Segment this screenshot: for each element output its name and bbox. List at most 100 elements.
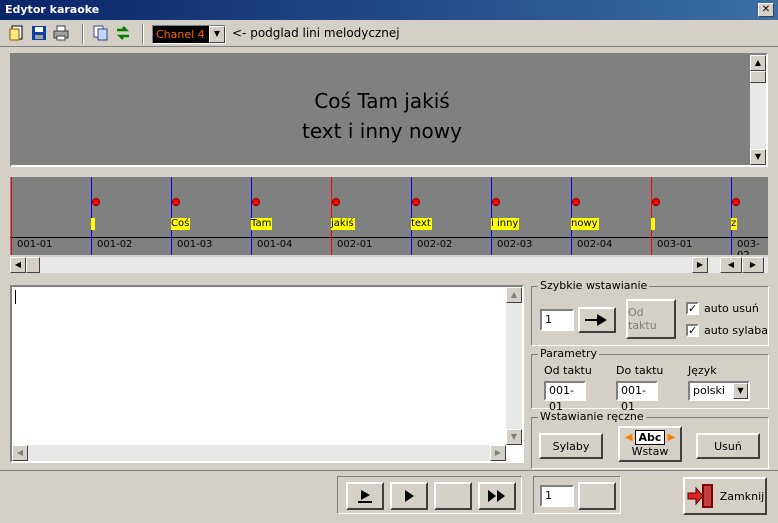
step-right-icon[interactable]: ▶: [742, 257, 764, 273]
scroll-down-icon[interactable]: ▼: [750, 149, 766, 165]
arrow-right-icon: [585, 314, 607, 326]
language-value: polski: [693, 384, 725, 397]
timeline-syllable-label[interactable]: text: [411, 218, 432, 230]
scroll-left-icon[interactable]: ◀: [10, 257, 26, 273]
play-button[interactable]: [390, 482, 428, 510]
to-label: Do taktu: [616, 364, 664, 377]
close-dialog-button[interactable]: Zamknij: [683, 477, 767, 515]
delete-button[interactable]: Usuń: [696, 433, 760, 459]
toolbar-separator: [82, 24, 84, 44]
timeline-note-marker[interactable]: [332, 198, 340, 206]
timeline-note-marker[interactable]: [172, 198, 180, 206]
timeline-tick-label: 001-03: [177, 239, 213, 250]
lyrics-preview: Coś Tam jakiś text i inny nowy ▲ ▼: [10, 53, 768, 167]
chevron-down-icon[interactable]: ▼: [733, 383, 748, 399]
insert-button[interactable]: ◀ Abc ▶ Wstaw: [618, 426, 682, 462]
to-field[interactable]: 001-01: [616, 381, 658, 413]
fast-forward-button[interactable]: [478, 482, 516, 510]
play-icon: [405, 490, 414, 502]
timeline-note-marker[interactable]: [652, 198, 660, 206]
syllables-button[interactable]: Sylaby: [539, 433, 603, 459]
lyrics-text-editor[interactable]: ▲ ▼ ◀ ▶: [10, 285, 524, 463]
from-field[interactable]: 001-01: [544, 381, 586, 413]
timeline-note-marker[interactable]: [412, 198, 420, 206]
timeline-note-marker[interactable]: [92, 198, 100, 206]
timeline-syllable-label[interactable]: nowy: [571, 218, 599, 230]
scroll-left-icon[interactable]: ◀: [12, 445, 28, 461]
timeline-syllable-label[interactable]: [651, 218, 655, 230]
quick-insert-arrow-button[interactable]: [578, 307, 616, 333]
timeline-tick-label: 003-01: [657, 239, 693, 250]
timeline-gridline: [651, 177, 652, 255]
title-bar: Edytor karaoke ✕: [0, 0, 778, 20]
from-label: Od taktu: [544, 364, 592, 377]
scroll-thumb[interactable]: [750, 71, 766, 83]
save-icon[interactable]: [31, 25, 47, 41]
channel-select[interactable]: Chanel 4 ▼: [152, 25, 226, 44]
timeline-tick-label: 002-02: [417, 239, 453, 250]
triangle-left-icon: ◀: [624, 432, 633, 443]
timeline-note-marker[interactable]: [252, 198, 260, 206]
new-document-icon[interactable]: [9, 25, 25, 41]
timeline-gridline: [251, 177, 252, 255]
timeline-gridline: [331, 177, 332, 255]
timeline-note-marker[interactable]: [492, 198, 500, 206]
close-window-button[interactable]: ✕: [758, 3, 774, 17]
insert-label: Wstaw: [631, 445, 669, 458]
step-left-icon[interactable]: ◀: [720, 257, 742, 273]
timeline-tick-label: 001-01: [17, 239, 53, 250]
abc-icon: Abc: [634, 430, 666, 445]
timeline-syllable-label[interactable]: i inny: [491, 218, 520, 230]
timeline-syllable-label[interactable]: Tam: [251, 218, 273, 230]
timeline-gridline: [91, 177, 92, 255]
scroll-thumb[interactable]: [26, 257, 40, 273]
timeline-gridline: [171, 177, 172, 255]
exit-door-icon: [687, 484, 713, 508]
scroll-up-icon[interactable]: ▲: [506, 287, 522, 303]
timeline-gridline: [731, 177, 732, 255]
timeline-syllable-label[interactable]: [91, 218, 95, 230]
timeline-tick-label: 003-02: [737, 239, 760, 255]
scroll-right-icon[interactable]: ▶: [692, 257, 708, 273]
language-select[interactable]: polski ▼: [688, 381, 750, 401]
quick-insert-value[interactable]: 1: [540, 309, 574, 331]
scroll-down-icon[interactable]: ▼: [506, 429, 522, 445]
counter-button[interactable]: [578, 482, 616, 510]
preview-line-1: Coś Tam jakiś: [314, 89, 450, 113]
print-icon[interactable]: [53, 25, 69, 41]
toolbar-hint: <- podglad lini melodycznej: [232, 26, 400, 40]
editor-hscrollbar[interactable]: ◀ ▶: [12, 445, 506, 461]
editor-vscrollbar[interactable]: ▲ ▼: [506, 287, 522, 445]
od-taktu-button[interactable]: Od taktu: [626, 299, 676, 339]
timeline-scrollbar[interactable]: ◀ ▶ ◀ ▶: [10, 257, 768, 273]
abc-indicator: ◀ Abc ▶: [625, 430, 675, 445]
close-label: Zamknij: [719, 489, 765, 503]
timeline-syllable-label[interactable]: jakiś: [331, 218, 355, 230]
copy-icon[interactable]: [93, 25, 109, 41]
bottom-separator: [0, 470, 778, 471]
text-cursor: [15, 290, 16, 304]
timeline-syllable-label[interactable]: z: [731, 218, 738, 230]
timeline-note-marker[interactable]: [572, 198, 580, 206]
timeline-note-marker[interactable]: [732, 198, 740, 206]
play-from-cursor-button[interactable]: [346, 482, 384, 510]
manual-insert-group: Wstawianie ręczne Sylaby ◀ Abc ▶ Wstaw U…: [531, 410, 769, 469]
auto-remove-label: auto usuń: [704, 302, 759, 315]
parameters-title: Parametry: [538, 347, 599, 360]
scroll-up-icon[interactable]: ▲: [750, 55, 766, 71]
timeline-syllable-label[interactable]: Coś: [171, 218, 191, 230]
auto-remove-checkbox[interactable]: ✓: [686, 302, 699, 315]
chevron-down-icon[interactable]: ▼: [209, 26, 225, 43]
timeline-gridline: [491, 177, 492, 255]
timeline-tick-label: 002-01: [337, 239, 373, 250]
channel-value: Chanel 4: [156, 28, 205, 41]
stop-button[interactable]: [434, 482, 472, 510]
auto-syllable-checkbox[interactable]: ✓: [686, 324, 699, 337]
window-title: Edytor karaoke: [5, 3, 100, 16]
swap-arrows-icon[interactable]: [115, 25, 131, 41]
scroll-right-icon[interactable]: ▶: [490, 445, 506, 461]
timeline[interactable]: 001-01 001-02 001-03 001-04 002-01 002-02 002-…: [10, 177, 768, 255]
preview-scrollbar[interactable]: ▲ ▼: [750, 55, 766, 165]
timeline-gridline: [571, 177, 572, 255]
counter-field[interactable]: 1: [540, 485, 574, 507]
